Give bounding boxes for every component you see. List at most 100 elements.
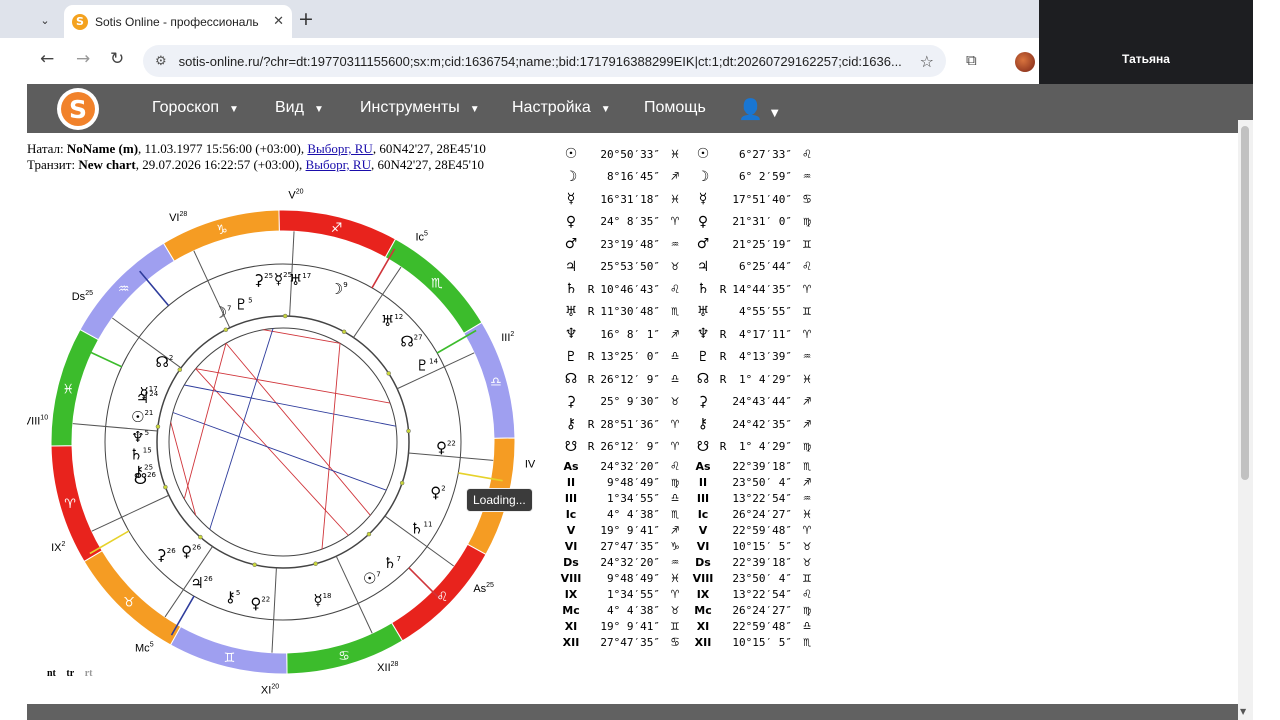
new-tab-icon[interactable]: +	[298, 8, 314, 30]
house-cusp-line	[91, 494, 170, 532]
transit-info-line: Транзит: New chart, 29.07.2026 16:22:57 …	[27, 157, 485, 172]
profile-avatar[interactable]	[1015, 52, 1035, 72]
forward-icon[interactable]: →	[76, 49, 90, 69]
mode-link-tr[interactable]: tr	[66, 668, 74, 679]
planet-degree: 26	[147, 471, 156, 479]
reload-icon[interactable]: ↻	[110, 49, 124, 69]
house-label-number: 20	[271, 684, 279, 691]
mode-link-rt[interactable]: rt	[85, 668, 93, 679]
planet-row: ⚷ R 28°51′36″ ♈ ⚷ 24°42′35″ ♐	[565, 416, 811, 433]
aspect-line	[263, 329, 341, 344]
planet-glyph: ♇14	[416, 356, 439, 374]
scrollbar-thumb[interactable]	[1241, 126, 1249, 480]
planet-glyph: ⚳26	[156, 546, 176, 564]
menu-help[interactable]: Помощь	[644, 99, 706, 117]
planet-row: ♂ 23°19′48″ ♒ ♂ 21°25′19″ ♊	[564, 236, 811, 253]
zodiac-sign-glyph: ♑	[216, 223, 228, 238]
planet-marker-dot	[313, 561, 318, 566]
house-cusp-row: V 19° 9′41″ ♐ V 22°59′48″ ♈	[566, 522, 811, 538]
planet-row: ♇ R 13°25′ 0″ ♎ ♇ R 4°13′39″ ♒	[564, 348, 811, 365]
planet-marker-dot	[177, 367, 183, 372]
tab-list-menu-icon[interactable]: ⌄	[32, 9, 58, 31]
house-label-number: 20	[296, 188, 304, 195]
menu-horoscope[interactable]: Гороскоп ▼	[152, 99, 239, 117]
planet-marker-dot	[341, 329, 347, 335]
planet-marker-dot	[163, 484, 168, 490]
menu-tools[interactable]: Инструменты ▼	[360, 99, 480, 117]
planet-glyph: ♄7	[383, 554, 401, 572]
astro-chart-wheel[interactable]: ♐♏♎♍♌♋♊♉♈♓♒♑V20Ic5III2IVAs25XII28XI20Mc5…	[27, 180, 547, 700]
browser-tab[interactable]: S Sotis Online - профессиональ ✕	[64, 5, 292, 38]
planet-degree: 25	[264, 272, 273, 280]
house-label: As25	[473, 582, 494, 595]
url-text[interactable]: sotis-online.ru/?chr=dt:19770311155600;s…	[179, 54, 912, 69]
planet-glyph: ♆5	[131, 428, 149, 446]
transit-city-link[interactable]: Выборг, RU	[306, 157, 371, 172]
planet-degree: 21	[144, 409, 153, 417]
planet-degree: 5	[236, 589, 240, 597]
planet-degree: 17	[302, 272, 311, 280]
tab-close-icon[interactable]: ✕	[273, 14, 284, 29]
zodiac-sign-glyph: ♈	[64, 497, 76, 512]
zodiac-sign-glyph: ♏	[431, 277, 443, 292]
planet-marker-dot	[366, 531, 372, 537]
planet-row: ♆ 16° 8′ 1″ ♐ ♆ R 4°17′11″ ♈	[564, 326, 811, 343]
back-icon[interactable]: ←	[40, 49, 54, 69]
zodiac-sign-segment	[50, 328, 100, 447]
planet-glyph: ☽7	[214, 303, 232, 321]
planet-degree: 7	[227, 304, 231, 312]
house-label: VI28	[169, 211, 187, 224]
bookmark-star-icon[interactable]: ☆	[920, 52, 934, 71]
menu-view[interactable]: Вид ▼	[275, 99, 324, 117]
house-cusp-row: Mc 4° 4′38″ ♉ Mc 26°24′27″ ♍	[562, 602, 811, 618]
browser-tab-bar: ⌄ S Sotis Online - профессиональ ✕ +	[0, 0, 1040, 38]
scroll-down-arrow-icon[interactable]: ▼	[1240, 707, 1246, 716]
chart-mode-links: nt tr rt	[47, 668, 100, 679]
planet-glyph: ☉21	[131, 408, 153, 426]
planet-degree: 7	[376, 571, 380, 579]
house-cusp-line	[408, 452, 494, 461]
planet-row: ♃ 25°53′50″ ♉ ♃ 6°25′44″ ♌	[564, 258, 811, 275]
house-label: VIII10	[27, 414, 48, 427]
zodiac-sign-glyph: ♓	[62, 382, 74, 397]
menu-settings[interactable]: Настройка ▼	[512, 99, 611, 117]
planet-row: ♅ R 11°30′48″ ♏ ♅ 4°55′55″ ♊	[564, 303, 811, 320]
zodiac-sign-glyph: ♐	[331, 221, 343, 236]
house-label: V20	[288, 188, 303, 201]
planet-degree: 26	[167, 547, 176, 555]
planet-row: ♄ R 10°46′43″ ♌ ♄ R 14°44′35″ ♈	[564, 281, 811, 298]
planet-degree: 12	[394, 313, 403, 321]
planet-degree: 17	[149, 385, 158, 393]
user-menu-icon[interactable]: 👤 ▼	[738, 97, 779, 121]
planet-marker-dot	[399, 480, 405, 486]
planet-degree: 2	[441, 484, 445, 492]
screenshot-icon[interactable]: ⧉	[966, 51, 977, 69]
planet-glyph: ⚷5	[225, 588, 240, 606]
house-cusp-row: VI 27°47′35″ ♑ VI 10°15′ 5″ ♉	[564, 538, 811, 554]
planet-glyph: ☊2	[156, 353, 174, 371]
aspect-line	[195, 368, 391, 404]
address-bar[interactable]: ⚙ sotis-online.ru/?chr=dt:19770311155600…	[143, 45, 946, 77]
planet-marker-dot	[155, 424, 161, 429]
house-label: Ds25	[72, 290, 93, 303]
planet-degree: 9	[343, 281, 347, 289]
planet-degree: 25	[144, 464, 153, 472]
site-settings-icon[interactable]: ⚙	[155, 54, 167, 69]
planet-degree: 5	[145, 429, 149, 437]
house-label: Mc5	[135, 642, 154, 655]
planet-degree: 27	[414, 334, 423, 342]
house-label-number: 28	[179, 211, 187, 218]
planet-glyph: ♀22	[436, 439, 456, 457]
planet-glyph: ☊27	[400, 333, 422, 351]
inner-house-ring	[156, 315, 410, 569]
zodiac-sign-glyph: ♎	[490, 375, 502, 390]
house-label: XI20	[261, 684, 279, 697]
house-label-number: 2	[61, 541, 65, 548]
mode-link-nt[interactable]: nt	[47, 668, 56, 679]
planet-degree: 22	[261, 595, 270, 603]
planet-glyph: ♀22	[250, 594, 270, 612]
house-cusp-row: XI 19° 9′41″ ♊ XI 22°59′48″ ♎	[564, 618, 811, 634]
natal-city-link[interactable]: Выборг, RU	[307, 141, 372, 156]
planet-glyph: ☿17	[140, 384, 158, 402]
sotis-logo[interactable]: S	[57, 88, 99, 130]
